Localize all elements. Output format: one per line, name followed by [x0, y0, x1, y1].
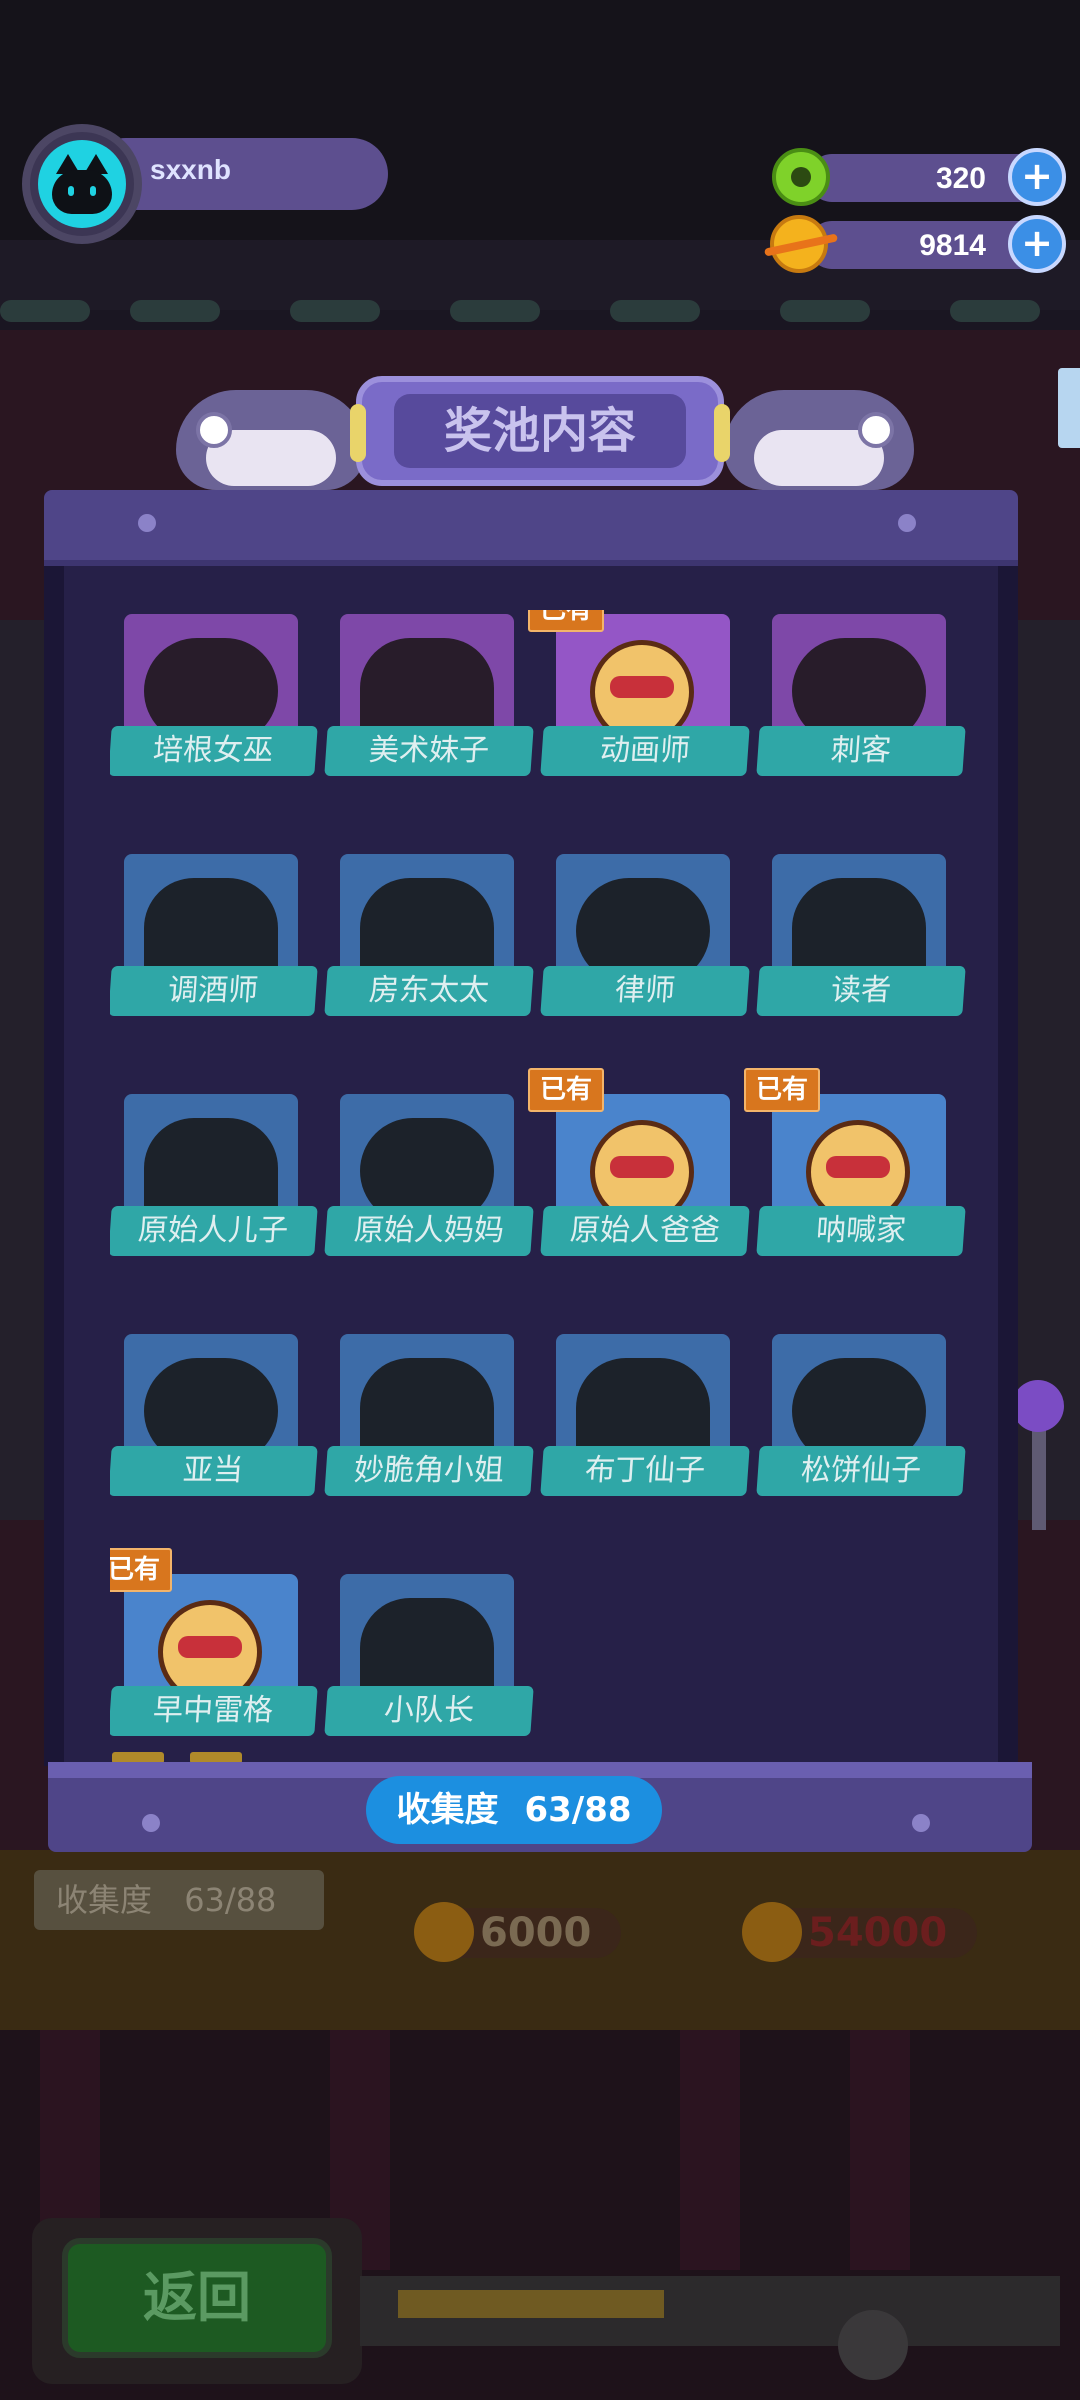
collection-value: 63/88	[524, 1790, 632, 1830]
character-card[interactable]: 调酒师	[110, 850, 326, 1020]
character-name: 美术妹子	[324, 726, 534, 776]
character-card[interactable]: 美术妹子	[324, 610, 542, 780]
character-name: 布丁仙子	[540, 1446, 750, 1496]
fish-ornament-right	[724, 370, 914, 490]
panel-rim	[998, 566, 1018, 1766]
character-name: 调酒师	[110, 966, 318, 1016]
character-card[interactable]: 动画师 已有	[528, 610, 758, 780]
character-card[interactable]: 呐喊家 已有	[744, 1068, 974, 1260]
background-price-6000: 6000	[414, 1902, 622, 1962]
background-collection-label: 收集度 63/88	[34, 1870, 324, 1930]
character-name: 原始人儿子	[110, 1206, 318, 1256]
scene-pillar	[850, 2030, 910, 2270]
planet-coin-icon	[414, 1902, 474, 1962]
character-name: 早中雷格	[110, 1686, 318, 1736]
character-card[interactable]: 培根女巫	[110, 610, 326, 780]
character-grid[interactable]: 培根女巫 美术妹子 动画师 已有 刺客 调酒师 房东太太 律师 读者 原始人儿子 原始人妈妈 原始人爸…	[110, 610, 980, 1740]
character-card[interactable]: 刺客	[756, 610, 974, 780]
character-card[interactable]: 小队长	[324, 1570, 542, 1740]
avatar[interactable]	[38, 140, 126, 228]
background-collection-text: 收集度	[56, 1881, 153, 1919]
character-card[interactable]: 原始人爸爸 已有	[528, 1068, 758, 1260]
background-collection-value: 63/88	[184, 1881, 277, 1919]
scene-pillar	[680, 2030, 740, 2270]
character-card[interactable]: 早中雷格 已有	[110, 1548, 326, 1740]
character-name: 房东太太	[324, 966, 534, 1016]
character-name: 刺客	[756, 726, 966, 776]
character-name: 小队长	[324, 1686, 534, 1736]
title-plate-cap	[350, 404, 366, 462]
panel-title: 奖池内容	[443, 403, 636, 459]
character-name: 读者	[756, 966, 966, 1016]
background-price-54000: 54000	[742, 1902, 978, 1962]
rivet	[142, 1814, 160, 1832]
character-name: 培根女巫	[110, 726, 318, 776]
character-name: 原始人爸爸	[540, 1206, 750, 1256]
owned-badge: 已有	[744, 1068, 821, 1112]
add-planet-button[interactable]: +	[1008, 215, 1066, 273]
owned-badge: 已有	[528, 610, 605, 632]
machine-knob	[838, 2310, 908, 2380]
character-name: 妙脆角小姐	[324, 1446, 534, 1496]
hazard-stripe	[398, 2290, 664, 2318]
rivet	[912, 1814, 930, 1832]
side-tab-button	[1058, 368, 1080, 448]
username: sxxnb	[150, 154, 231, 185]
panel-rim	[44, 566, 64, 1766]
planet-coin-icon	[770, 215, 828, 273]
fish-ornament-left	[176, 370, 366, 490]
character-name: 动画师	[540, 726, 750, 776]
collection-label: 收集度	[396, 1790, 499, 1830]
background-price-value: 54000	[808, 1910, 948, 1956]
character-card[interactable]: 律师	[540, 850, 758, 1020]
character-name: 呐喊家	[756, 1206, 966, 1256]
background-price-value: 6000	[480, 1910, 592, 1956]
character-card[interactable]: 读者	[756, 850, 974, 1020]
back-button[interactable]: 返回	[62, 2238, 332, 2358]
lever-knob	[1012, 1380, 1064, 1432]
owned-badge: 已有	[110, 1548, 173, 1592]
owned-badge: 已有	[528, 1068, 605, 1112]
character-name: 原始人妈妈	[324, 1206, 534, 1256]
character-name: 亚当	[110, 1446, 318, 1496]
lever-stick	[1032, 1420, 1046, 1530]
character-card[interactable]: 布丁仙子	[540, 1330, 758, 1500]
scene-light-strip	[0, 290, 1080, 330]
character-card[interactable]: 妙脆角小姐	[324, 1330, 542, 1500]
title-plate-cap	[714, 404, 730, 462]
planet-coin-icon	[742, 1902, 802, 1962]
character-card[interactable]: 原始人妈妈	[324, 1090, 542, 1260]
character-card[interactable]: 松饼仙子	[756, 1330, 974, 1500]
character-name: 律师	[540, 966, 750, 1016]
planet-currency-value: 9814	[919, 229, 986, 262]
character-name: 松饼仙子	[756, 1446, 966, 1496]
collection-progress: 收集度 63/88	[366, 1776, 662, 1844]
cat-face-icon	[52, 170, 112, 214]
donut-currency-value: 320	[935, 162, 986, 195]
character-card[interactable]: 亚当	[110, 1330, 326, 1500]
rivet	[138, 514, 156, 532]
rivet	[898, 514, 916, 532]
character-card[interactable]: 原始人儿子	[110, 1090, 326, 1260]
character-card[interactable]: 房东太太	[324, 850, 542, 1020]
donut-coin-icon	[772, 148, 830, 206]
add-donut-button[interactable]: +	[1008, 148, 1066, 206]
